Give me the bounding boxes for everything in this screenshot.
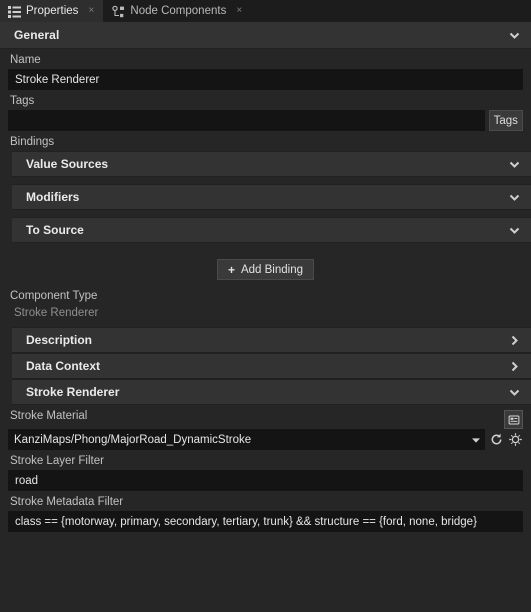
tab-properties-close-icon[interactable]: × (86, 6, 96, 16)
binding-section-value-sources-label: Value Sources (26, 157, 109, 171)
section-header-general[interactable]: General (0, 22, 531, 49)
field-tags: Tags Tags (0, 90, 531, 131)
stroke-material-row: KanziMaps/Phong/MajorRoad_DynamicStroke (8, 429, 523, 450)
binding-section-modifiers-wrap: Modifiers (0, 184, 531, 217)
chevron-down-icon (508, 158, 521, 171)
chevron-down-icon (508, 29, 521, 42)
name-label: Name (10, 54, 41, 66)
field-stroke-metadata-filter: Stroke Metadata Filter class == {motorwa… (0, 491, 531, 532)
stroke-material-label: Stroke Material (10, 410, 88, 422)
stroke-material-dropdown[interactable]: KanziMaps/Phong/MajorRoad_DynamicStroke (8, 429, 485, 450)
section-description-wrap: Description (0, 327, 531, 353)
tags-input[interactable] (8, 110, 485, 131)
binding-section-modifiers[interactable]: Modifiers (12, 184, 531, 210)
tab-properties[interactable]: Properties × (0, 0, 105, 22)
bindings-label: Bindings (10, 136, 55, 148)
chevron-right-icon (508, 334, 521, 347)
binding-section-to-source-wrap: To Source (0, 217, 531, 250)
stroke-material-label-row: Stroke Material (8, 410, 523, 429)
chevron-down-icon (508, 224, 521, 237)
chevron-down-icon (471, 435, 481, 445)
section-title-description: Description (26, 333, 93, 347)
name-input[interactable]: Stroke Renderer (8, 69, 523, 90)
stroke-metadata-filter-input[interactable]: class == {motorway, primary, secondary, … (8, 511, 523, 532)
component-type-value: Stroke Renderer (14, 307, 99, 319)
stroke-layer-filter-label: Stroke Layer Filter (10, 455, 104, 467)
stroke-metadata-filter-label: Stroke Metadata Filter (10, 496, 124, 508)
binding-section-value-sources-wrap: Value Sources (0, 151, 531, 184)
tab-properties-label: Properties (26, 5, 79, 17)
binding-section-modifiers-label: Modifiers (26, 190, 80, 204)
tags-row: Tags (8, 110, 523, 131)
section-title-general: General (14, 28, 60, 42)
field-stroke-material: Stroke Material KanziMaps/Phong/MajorRoa… (0, 405, 531, 450)
section-header-data-context[interactable]: Data Context (12, 353, 531, 379)
section-title-stroke-renderer: Stroke Renderer (26, 385, 120, 399)
section-header-description[interactable]: Description (12, 327, 531, 353)
properties-panel-window: Properties × Node Components × General N… (0, 0, 531, 612)
stroke-material-value: KanziMaps/Phong/MajorRoad_DynamicStroke (14, 433, 252, 446)
plus-icon: + (227, 262, 235, 277)
add-binding-bar: + Add Binding (0, 250, 531, 290)
tab-node-components[interactable]: Node Components × (104, 0, 253, 22)
chevron-down-icon (508, 386, 521, 399)
chevron-down-icon (508, 191, 521, 204)
stroke-layer-filter-input[interactable]: road (8, 470, 523, 491)
add-binding-label: Add Binding (240, 263, 304, 276)
node-component-icon (112, 5, 125, 18)
field-component-type: Component Type Stroke Renderer (0, 290, 531, 321)
section-header-stroke-renderer[interactable]: Stroke Renderer (12, 379, 531, 405)
field-stroke-layer-filter: Stroke Layer Filter road (0, 450, 531, 491)
add-binding-button[interactable]: + Add Binding (216, 259, 315, 280)
section-data-context-wrap: Data Context (0, 353, 531, 379)
crosshair-target-icon[interactable] (508, 432, 523, 447)
binding-section-to-source[interactable]: To Source (12, 217, 531, 243)
tags-label: Tags (10, 95, 35, 107)
component-type-label: Component Type (10, 290, 98, 302)
tab-node-components-close-icon[interactable]: × (234, 6, 244, 16)
field-name: Name Stroke Renderer (0, 49, 531, 90)
section-stroke-renderer-wrap: Stroke Renderer (0, 379, 531, 405)
revert-arrow-icon[interactable] (489, 432, 504, 447)
chevron-right-icon (508, 360, 521, 373)
section-title-data-context: Data Context (26, 359, 101, 373)
field-bindings: Bindings (0, 131, 531, 151)
binding-section-value-sources[interactable]: Value Sources (12, 151, 531, 177)
tags-button[interactable]: Tags (488, 110, 523, 131)
list-properties-icon (8, 5, 21, 18)
material-properties-icon[interactable] (504, 410, 523, 429)
tab-bar: Properties × Node Components × (0, 0, 531, 22)
binding-section-to-source-label: To Source (26, 223, 84, 237)
tab-node-components-label: Node Components (130, 5, 227, 17)
properties-content: General Name Stroke Renderer Tags Tags B… (0, 22, 531, 612)
